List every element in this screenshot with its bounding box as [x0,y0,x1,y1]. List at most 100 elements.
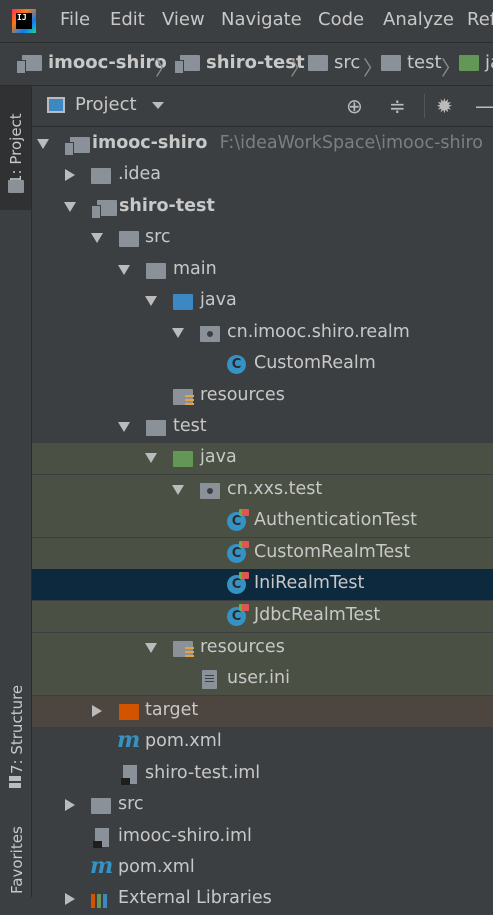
tree-node-target[interactable]: target [32,696,493,727]
breadcrumb-item-test[interactable]: test [381,52,442,73]
settings-icon[interactable]: ✹ [436,94,453,118]
tree-node-test[interactable]: test [32,412,493,443]
test-resources-folder-icon [173,641,194,658]
tree-node-main-resources[interactable]: resources [32,381,493,412]
chevron-down-icon[interactable] [172,328,184,338]
tree-node-package-realm[interactable]: cn.imooc.shiro.realm [32,318,493,349]
tab-favorites[interactable]: Favorites [0,816,31,897]
chevron-right-icon[interactable] [92,705,102,717]
menu-code[interactable]: Code [318,9,364,30]
excluded-folder-icon [119,704,139,720]
breadcrumb: imooc-shiro 〉 shiro-test 〉 src 〉 test 〉 … [0,43,493,86]
node-label: src [118,794,144,814]
module-folder-icon [16,54,42,74]
module-folder-icon [64,137,90,156]
menu-analyze[interactable]: Analyze [383,9,454,30]
maven-icon: m [117,727,141,753]
chevron-right-icon[interactable] [65,893,75,905]
tree-node-test-resources[interactable]: resources [32,633,493,664]
breadcrumb-item-shiro-test[interactable]: shiro-test [174,52,305,74]
node-label: imooc-shiro [92,133,208,153]
tree-node-pom-sub[interactable]: m pom.xml [32,727,493,758]
tree-node-custom-realm[interactable]: C CustomRealm [32,349,493,380]
node-label: main [173,259,217,279]
chevron-down-icon[interactable] [91,233,103,243]
tree-node-external-libraries[interactable]: External Libraries [32,884,493,915]
chevron-down-icon[interactable] [145,296,157,306]
tree-node-shiro-test-iml[interactable]: shiro-test.iml [32,759,493,790]
tree-node-main[interactable]: main [32,255,493,286]
tree-node-pom-root[interactable]: m pom.xml [32,853,493,884]
test-class-icon: C [227,572,249,594]
tree-node-imooc-shiro[interactable]: imooc-shiro F:\ideaWorkSpace\imooc-shiro [32,129,493,160]
chevron-down-icon [152,101,165,109]
breadcrumb-item-imooc-shiro[interactable]: imooc-shiro [16,52,167,74]
tree-node-user-ini[interactable]: user.ini [32,664,493,695]
node-label: test [173,416,207,436]
hide-icon[interactable]: — [475,94,493,118]
chevron-right-icon[interactable] [65,799,75,811]
source-folder-icon [173,294,193,310]
folder-icon [119,231,139,247]
tree-node-test-java[interactable]: java [32,443,493,474]
chevron-down-icon[interactable] [145,453,157,463]
menu-view[interactable]: View [162,9,205,30]
tree-node-custom-realm-test[interactable]: C CustomRealmTest [32,538,493,569]
tree-node-main-java[interactable]: java [32,286,493,317]
iml-file-icon [93,828,109,848]
tree-node-jdbc-realm-test[interactable]: C JdbcRealmTest [32,601,493,632]
breadcrumb-item-src[interactable]: src [308,52,360,73]
collapse-all-icon[interactable]: ≑ [389,94,406,118]
node-label: imooc-shiro.iml [118,826,252,846]
menu-file[interactable]: File [60,9,90,30]
tree-node-authentication-test[interactable]: C AuthenticationTest [32,506,493,537]
tab-favorites-label: Favorites [8,826,26,894]
chevron-down-icon[interactable] [118,265,130,275]
test-class-icon: C [227,604,249,626]
text-file-icon [202,670,217,689]
menu-navigate[interactable]: Navigate [221,9,302,30]
chevron-down-icon[interactable] [37,139,49,149]
node-label: cn.imooc.shiro.realm [227,322,410,342]
tree-node-src-root[interactable]: src [32,790,493,821]
chevron-down-icon[interactable] [64,202,76,212]
libraries-icon [91,894,111,908]
tree-node-src[interactable]: src [32,223,493,254]
node-path: F:\ideaWorkSpace\imooc-shiro [219,133,483,153]
breadcrumb-separator-icon: 〉 [155,56,175,80]
project-view-selector[interactable]: Project [75,94,165,115]
chevron-down-icon[interactable] [118,422,130,432]
folder-icon [308,54,328,71]
node-label: .idea [118,164,162,184]
module-folder-icon [174,54,200,74]
tree-node-ini-realm-test[interactable]: C IniRealmTest [32,569,493,600]
menu-edit[interactable]: Edit [110,9,145,30]
node-label: pom.xml [145,731,222,751]
chevron-right-icon[interactable] [65,169,75,181]
folder-icon [146,420,166,436]
locate-icon[interactable]: ⊕ [346,94,363,118]
breadcrumb-item-java[interactable]: java [459,52,493,73]
node-label: CustomRealmTest [254,542,411,562]
intellij-logo-icon[interactable]: IJ [12,9,36,33]
node-label: target [145,700,199,720]
node-label: src [145,227,171,247]
test-class-icon: C [227,509,249,531]
node-label: CustomRealm [254,353,376,373]
chevron-down-icon[interactable] [145,643,157,653]
tab-structure[interactable]: 7: Structure [0,676,31,796]
tree-node-package-test[interactable]: cn.xxs.test [32,475,493,506]
node-label: AuthenticationTest [254,510,417,530]
package-icon [200,483,220,499]
node-label: java [200,290,237,310]
chevron-down-icon[interactable] [172,485,184,495]
project-tree: imooc-shiro F:\ideaWorkSpace\imooc-shiro… [32,127,493,908]
menu-refactor[interactable]: Ref [467,9,493,30]
tree-node-shiro-test[interactable]: shiro-test [32,192,493,223]
project-panel-header: Project ⊕ ≑ ✹ — [32,86,493,127]
tree-node-idea[interactable]: .idea [32,160,493,191]
tab-project[interactable]: 1: Project [0,86,31,210]
module-folder-icon [91,200,117,219]
test-folder-icon [459,54,479,71]
tree-node-imooc-shiro-iml[interactable]: imooc-shiro.iml [32,822,493,853]
